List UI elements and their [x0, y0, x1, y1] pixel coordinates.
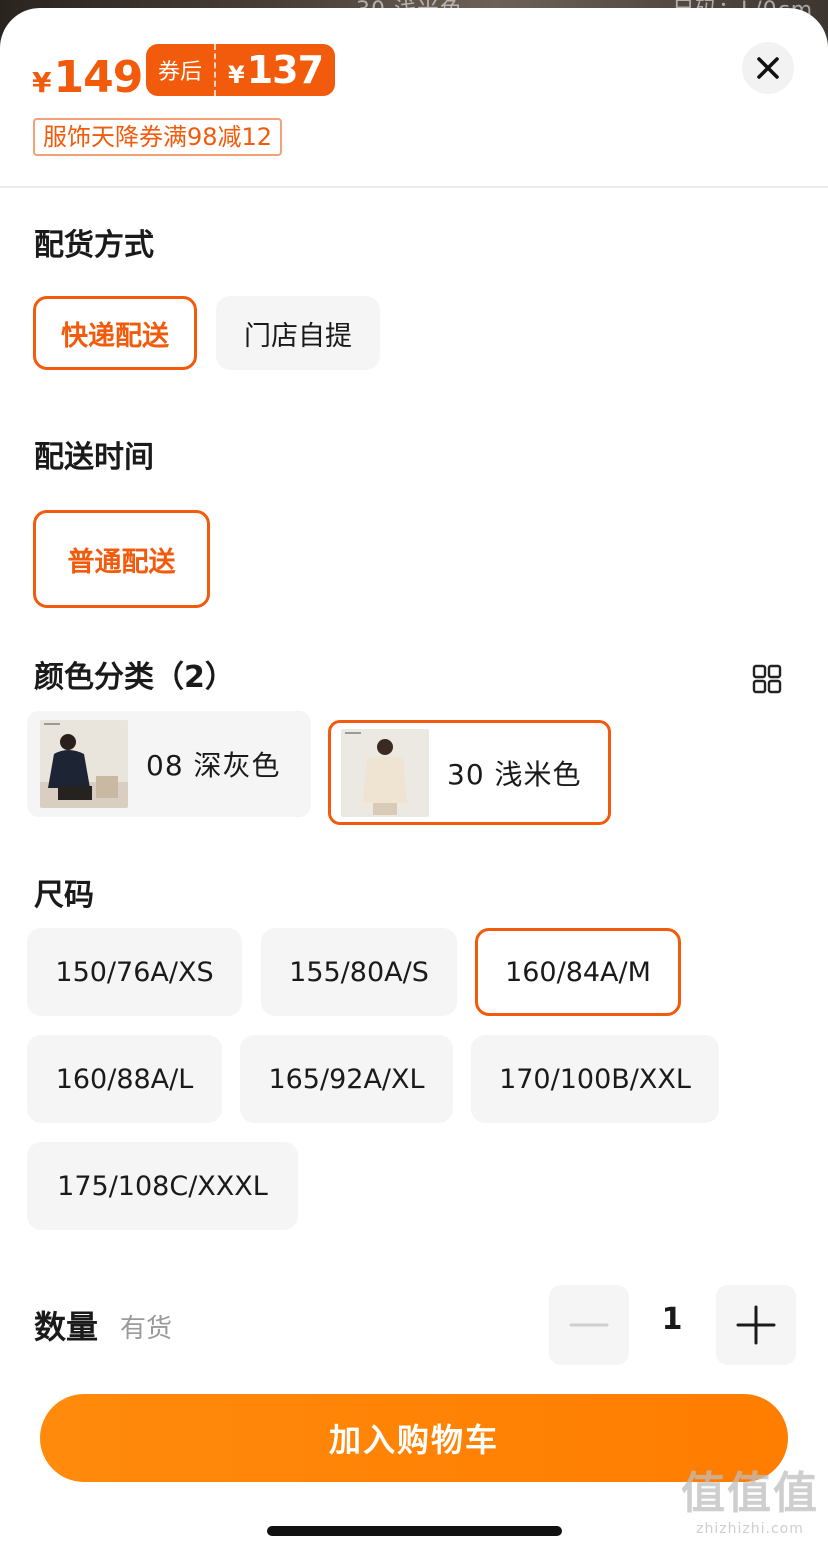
coupon-tag: 券后 [146, 44, 216, 96]
quantity-decrease-button[interactable] [549, 1285, 629, 1365]
size-option-xxl[interactable]: 170/100B/XXL [471, 1035, 719, 1123]
size-option-m[interactable]: 160/84A/M [475, 928, 681, 1016]
quantity-increase-button[interactable] [716, 1285, 796, 1365]
stock-status: 有货 [120, 1314, 173, 1344]
product-photo-dark-gray [40, 720, 128, 808]
quantity-value[interactable]: 1 [632, 1302, 712, 1337]
coupon-price: ¥ 137 [216, 48, 335, 92]
close-icon [757, 57, 779, 79]
watermark: 值值值 zhizhizhi.com [676, 1468, 824, 1538]
delivery-time-title: 配送时间 [34, 440, 154, 475]
color-thumbnail [341, 728, 429, 817]
minus-icon [569, 1323, 609, 1327]
color-option-light-beige[interactable]: 30 浅米色 [328, 720, 611, 825]
color-option-label: 30 浅米色 [447, 757, 582, 791]
promo-coupon-label[interactable]: 服饰天降券满98减12 [33, 118, 283, 156]
size-option-xl[interactable]: 165/92A/XL [240, 1035, 453, 1123]
watermark-logo-text: 值值值 [681, 1468, 819, 1519]
color-option-label: 08 深灰色 [146, 749, 281, 782]
header-divider [0, 186, 828, 188]
color-option-dark-gray[interactable]: 08 深灰色 [27, 711, 311, 817]
price-value: 149 [53, 52, 143, 103]
delivery-option-express[interactable]: 快递配送 [33, 296, 197, 370]
color-thumbnail [40, 720, 128, 808]
delivery-option-pickup[interactable]: 门店自提 [216, 296, 380, 370]
size-section-title: 尺码 [34, 878, 94, 913]
coupon-price-value: 137 [246, 48, 324, 92]
grid-view-icon[interactable] [752, 664, 782, 694]
delivery-method-title: 配货方式 [34, 228, 154, 263]
product-photo-light-beige [341, 728, 429, 817]
price-currency: ¥ [32, 66, 52, 99]
close-button[interactable] [742, 42, 794, 94]
size-option-xxxl[interactable]: 175/108C/XXXL [27, 1142, 298, 1230]
delivery-time-option-standard[interactable]: 普通配送 [33, 510, 210, 608]
size-option-l[interactable]: 160/88A/L [27, 1035, 222, 1123]
plus-icon [736, 1305, 776, 1345]
quantity-title: 数量 [34, 1308, 99, 1346]
size-option-xs[interactable]: 150/76A/XS [27, 928, 242, 1016]
watermark-url: zhizhizhi.com [696, 1521, 804, 1537]
color-section-title: 颜色分类（2） [34, 660, 235, 695]
size-option-s[interactable]: 155/80A/S [261, 928, 457, 1016]
sku-selection-sheet: ¥ 149 券后 ¥ 137 服饰天降券满98减12 配货方式 快递配送 门店自… [0, 8, 828, 1546]
home-indicator[interactable] [267, 1526, 562, 1536]
coupon-currency: ¥ [228, 61, 245, 89]
current-price: ¥ 149 [32, 52, 143, 103]
coupon-price-badge: 券后 ¥ 137 [146, 44, 336, 96]
